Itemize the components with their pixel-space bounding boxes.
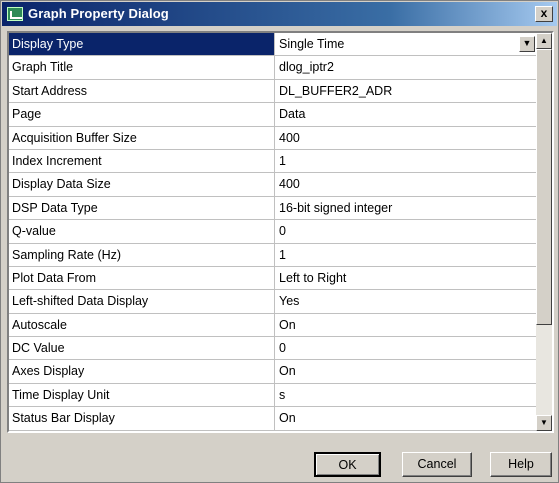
property-value[interactable]: Left to Right bbox=[275, 267, 537, 289]
dropdown-arrow-icon[interactable]: ▼ bbox=[519, 36, 535, 52]
property-label: Page bbox=[9, 103, 275, 126]
scroll-up-button[interactable]: ▲ bbox=[536, 33, 552, 49]
property-label: DC Value bbox=[9, 337, 275, 360]
property-value[interactable]: 400 bbox=[275, 173, 537, 195]
property-label: Axes Display bbox=[9, 360, 275, 383]
property-value[interactable]: dlog_iptr2 bbox=[275, 56, 537, 78]
property-list: Display Type Single Time ▼ Graph Title dlog_… bbox=[9, 33, 537, 431]
property-value[interactable]: On bbox=[275, 407, 537, 429]
property-value[interactable]: 16-bit signed integer bbox=[275, 197, 537, 219]
scroll-thumb[interactable] bbox=[536, 49, 552, 325]
property-label: Start Address bbox=[9, 79, 275, 103]
property-row[interactable]: Time Display Unit s bbox=[9, 383, 537, 408]
property-label: Graph Title bbox=[9, 56, 275, 79]
property-row[interactable]: Graph Title dlog_iptr2 bbox=[9, 56, 537, 80]
property-label: Q-value bbox=[9, 220, 275, 243]
property-label: Index Increment bbox=[9, 149, 275, 173]
property-row[interactable]: Acquisition Buffer Size 400 bbox=[9, 126, 537, 150]
graph-property-dialog: Graph Property Dialog x Display Type Sing… bbox=[0, 0, 559, 483]
property-row[interactable]: Q-value 0 bbox=[9, 220, 537, 244]
property-row[interactable]: Index Increment 1 bbox=[9, 149, 537, 174]
property-value[interactable]: 0 bbox=[275, 337, 537, 359]
property-row[interactable]: Left-shifted Data Display Yes bbox=[9, 290, 537, 314]
vertical-scrollbar[interactable]: ▲ ▼ bbox=[536, 33, 552, 431]
property-value[interactable]: Single Time bbox=[275, 33, 537, 55]
property-label: Sampling Rate (Hz) bbox=[9, 243, 275, 266]
window-title: Graph Property Dialog bbox=[28, 6, 169, 21]
title-bar[interactable]: Graph Property Dialog x bbox=[2, 2, 557, 26]
property-value[interactable]: 1 bbox=[275, 150, 537, 172]
property-value[interactable]: 0 bbox=[275, 220, 537, 242]
property-row[interactable]: Status Bar Display On bbox=[9, 407, 537, 431]
property-label: Display Type bbox=[9, 33, 275, 56]
property-label: DSP Data Type bbox=[9, 196, 275, 220]
ok-button[interactable]: OK bbox=[314, 452, 381, 477]
property-label: Left-shifted Data Display bbox=[9, 290, 275, 313]
property-label: Display Data Size bbox=[9, 173, 275, 196]
property-value[interactable]: Yes bbox=[275, 290, 537, 312]
property-value[interactable]: On bbox=[275, 360, 537, 382]
property-label: Autoscale bbox=[9, 313, 275, 337]
property-row[interactable]: DC Value 0 bbox=[9, 337, 537, 361]
property-row[interactable]: Page Data bbox=[9, 103, 537, 127]
property-row[interactable]: Sampling Rate (Hz) 1 bbox=[9, 243, 537, 267]
property-value[interactable]: 400 bbox=[275, 127, 537, 149]
property-row[interactable]: Autoscale On bbox=[9, 313, 537, 338]
property-row[interactable]: Axes Display On bbox=[9, 360, 537, 384]
property-label: Acquisition Buffer Size bbox=[9, 126, 275, 149]
help-button[interactable]: Help bbox=[490, 452, 552, 477]
property-value[interactable]: DL_BUFFER2_ADR bbox=[275, 80, 537, 102]
cancel-button[interactable]: Cancel bbox=[402, 452, 472, 477]
property-label: Time Display Unit bbox=[9, 383, 275, 407]
property-value[interactable]: Data bbox=[275, 103, 537, 125]
scroll-down-button[interactable]: ▼ bbox=[536, 415, 552, 431]
property-value[interactable]: s bbox=[275, 384, 537, 406]
property-label: Status Bar Display bbox=[9, 407, 275, 430]
property-row[interactable]: Start Address DL_BUFFER2_ADR bbox=[9, 79, 537, 104]
graph-icon bbox=[7, 7, 23, 21]
property-row[interactable]: Plot Data From Left to Right bbox=[9, 266, 537, 291]
property-label: Plot Data From bbox=[9, 266, 275, 290]
property-grid: Display Type Single Time ▼ Graph Title dlog_… bbox=[7, 31, 554, 433]
property-row[interactable]: DSP Data Type 16-bit signed integer bbox=[9, 196, 537, 221]
property-value[interactable]: On bbox=[275, 314, 537, 336]
property-row[interactable]: Display Type Single Time ▼ bbox=[9, 33, 537, 57]
property-value[interactable]: 1 bbox=[275, 244, 537, 266]
close-button[interactable]: x bbox=[535, 6, 553, 22]
property-row[interactable]: Display Data Size 400 bbox=[9, 173, 537, 197]
